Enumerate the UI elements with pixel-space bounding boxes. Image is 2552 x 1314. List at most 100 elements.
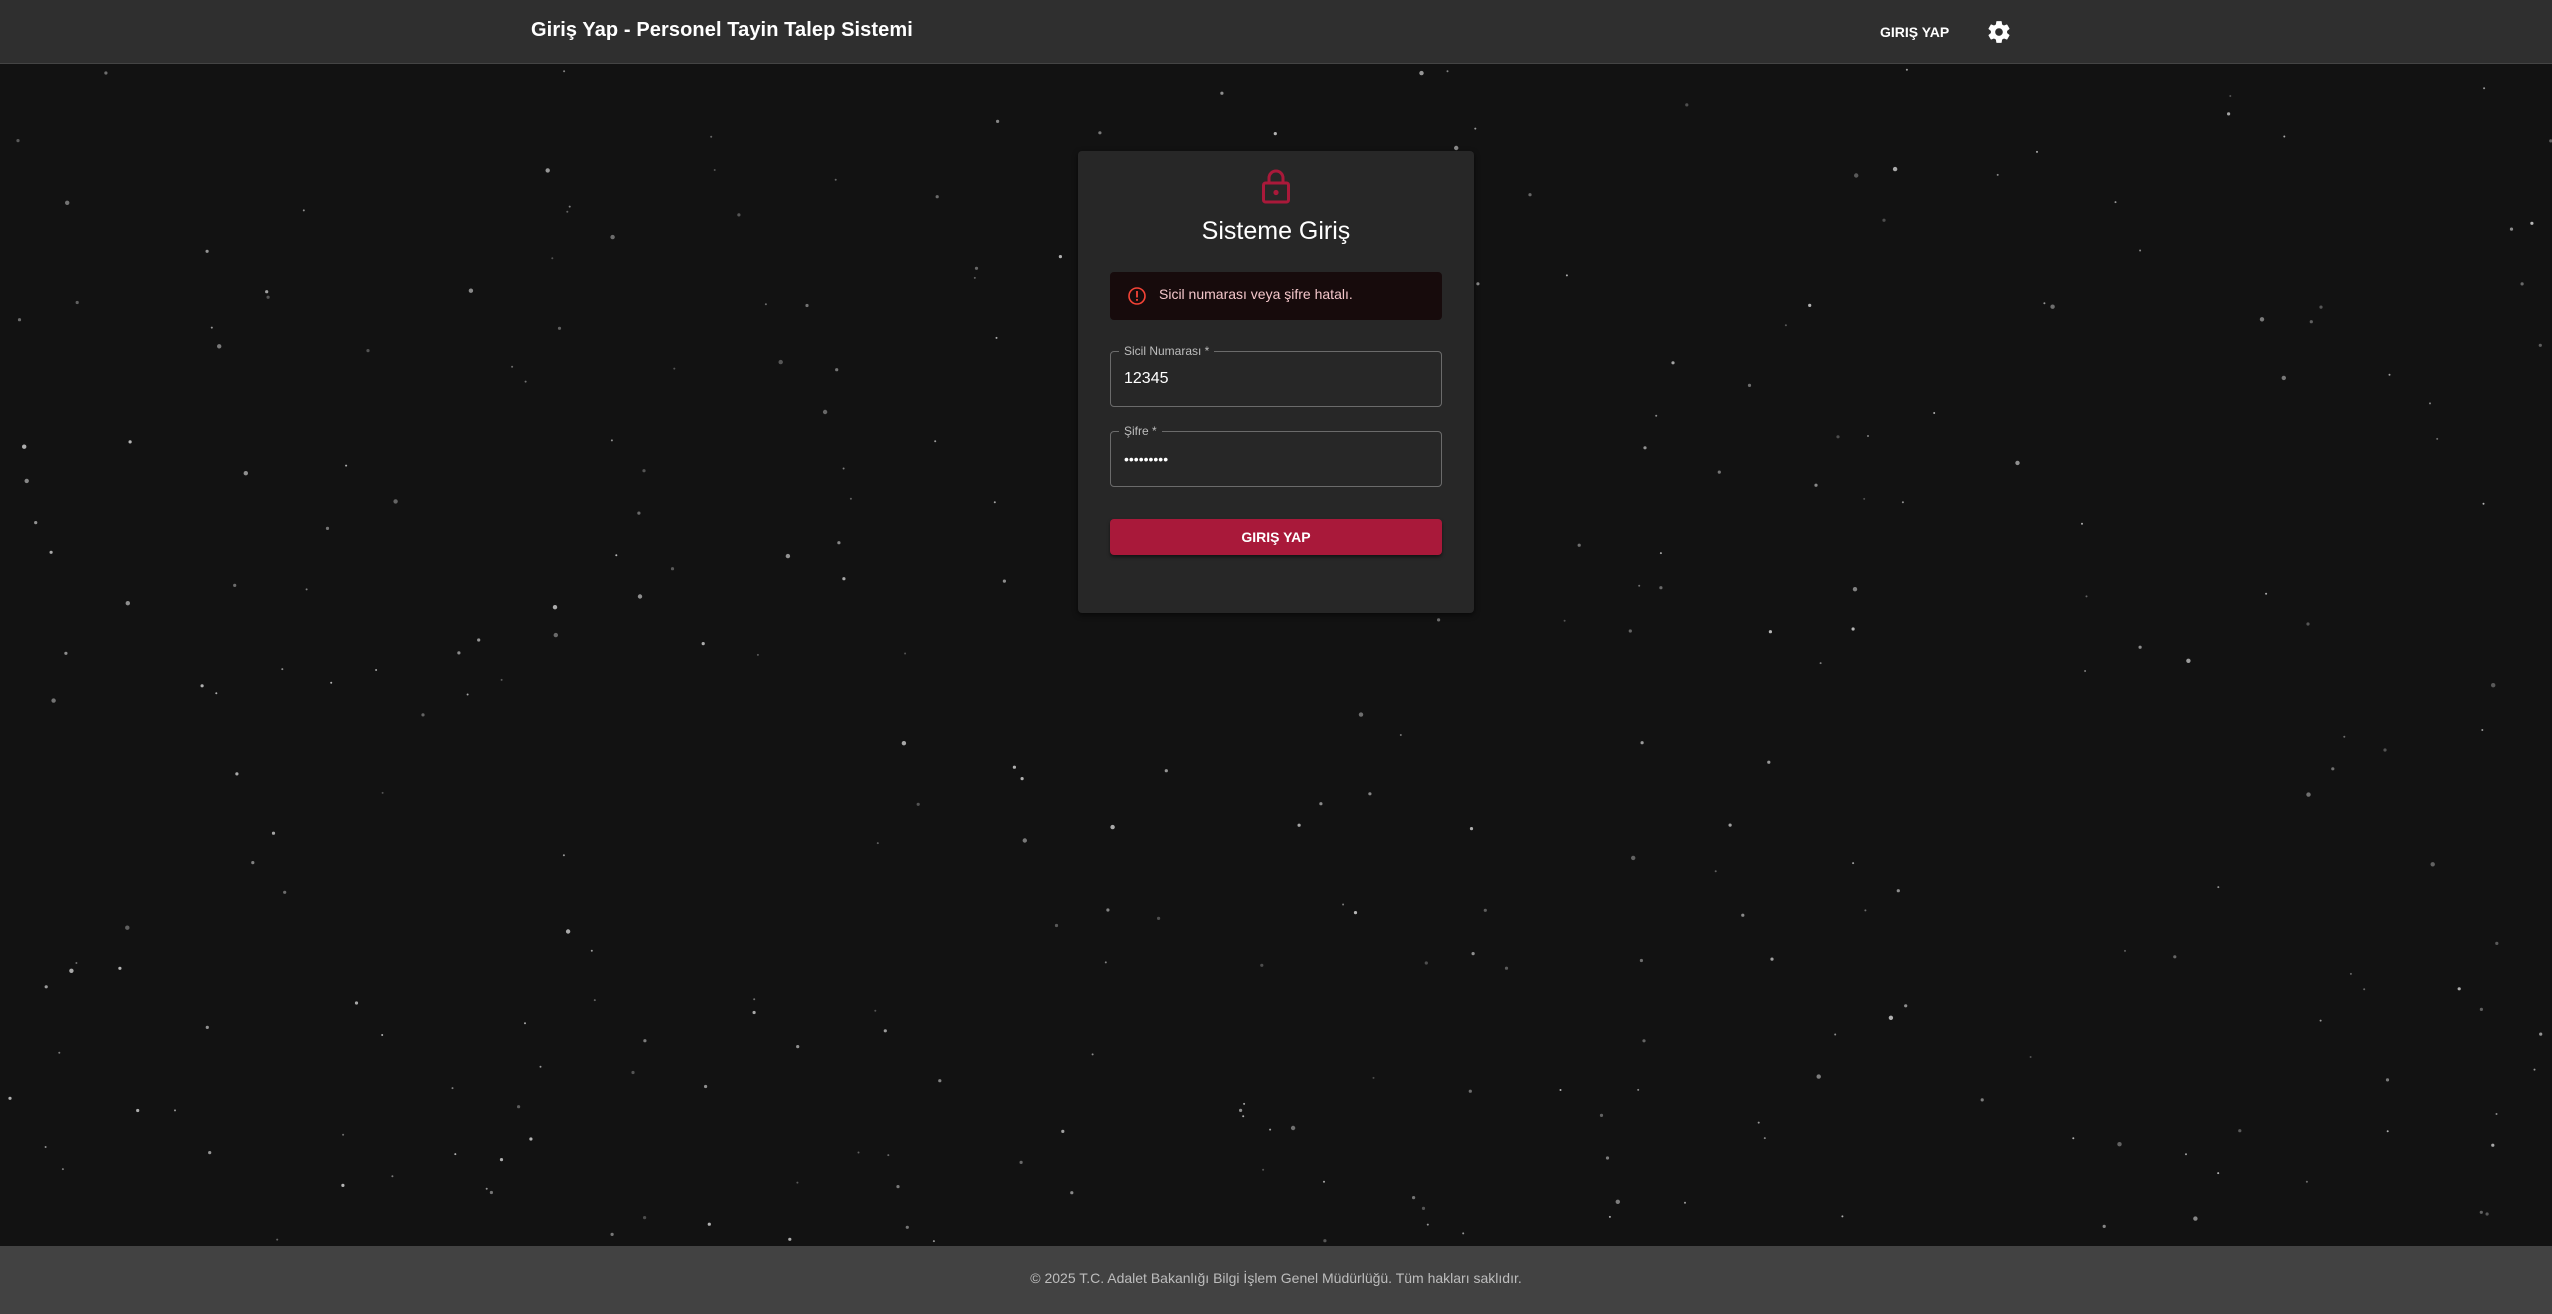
star — [1476, 282, 1480, 286]
star — [1639, 958, 1643, 963]
star — [1659, 586, 1663, 590]
star — [643, 1216, 647, 1220]
star — [128, 440, 132, 444]
star — [2186, 658, 2191, 663]
password-input[interactable] — [1124, 446, 1424, 472]
star — [2173, 955, 2177, 959]
star — [1834, 1033, 1837, 1036]
star — [1353, 911, 1358, 915]
star — [499, 1158, 504, 1162]
star — [2388, 373, 2391, 376]
star — [905, 1225, 909, 1229]
star — [2029, 1056, 2032, 1058]
star — [2429, 402, 2431, 405]
star — [281, 668, 284, 671]
error-message: Sicil numarası veya şifre hatalı. — [1159, 286, 1353, 302]
registry-number-field[interactable]: Sicil Numarası * — [1110, 343, 1442, 407]
star — [2259, 317, 2265, 322]
star — [1757, 1121, 1760, 1124]
star — [266, 295, 270, 299]
star — [2229, 95, 2232, 97]
star — [1642, 1039, 1646, 1043]
star — [2281, 375, 2286, 381]
star — [2309, 320, 2313, 324]
star — [2319, 305, 2323, 309]
star — [565, 929, 571, 934]
star — [1996, 173, 1999, 176]
star — [2036, 150, 2038, 153]
star — [974, 266, 979, 270]
star — [1243, 1102, 1246, 1105]
star — [1615, 1199, 1621, 1205]
star — [1104, 961, 1107, 964]
star — [276, 1238, 279, 1241]
star — [51, 698, 56, 703]
star — [2238, 1129, 2242, 1133]
star — [205, 249, 209, 253]
star — [1426, 1223, 1429, 1226]
star — [637, 511, 641, 515]
password-label: Şifre * — [1119, 423, 1162, 439]
star — [2343, 735, 2346, 738]
star — [837, 541, 841, 545]
star — [1841, 1215, 1844, 1218]
star — [485, 1187, 488, 1190]
star — [2520, 282, 2524, 286]
star — [2102, 1224, 2106, 1228]
star — [1019, 1160, 1023, 1164]
star — [2436, 437, 2439, 440]
star — [1399, 734, 1402, 736]
password-field[interactable]: Şifre * — [1110, 423, 1442, 487]
star — [524, 380, 527, 383]
star — [1605, 1156, 1610, 1160]
star — [354, 1001, 359, 1005]
star — [2481, 729, 2484, 731]
star — [104, 71, 108, 75]
star — [2363, 988, 2366, 991]
star — [1454, 145, 1459, 151]
star — [1852, 587, 1858, 592]
star — [1421, 1206, 1426, 1210]
login-submit-button[interactable]: GIRIŞ YAP — [1110, 519, 1442, 555]
settings-button[interactable] — [1986, 19, 2012, 45]
star — [208, 1151, 212, 1155]
star — [2084, 670, 2087, 672]
star — [1655, 414, 1658, 417]
star — [1020, 777, 1024, 781]
star — [1767, 760, 1771, 764]
star — [454, 1153, 457, 1156]
star — [876, 842, 879, 845]
star — [896, 1185, 900, 1189]
star — [1741, 913, 1745, 917]
star — [1808, 303, 1812, 307]
star — [2193, 1216, 2198, 1221]
star — [210, 326, 213, 329]
star — [2139, 249, 2142, 252]
star — [1980, 1098, 1984, 1102]
star — [938, 1079, 942, 1083]
star — [200, 684, 204, 688]
registry-number-input[interactable] — [1124, 366, 1424, 392]
star — [1446, 70, 1449, 73]
star — [366, 349, 370, 353]
star — [545, 168, 550, 173]
star — [1864, 909, 1867, 912]
star — [2085, 595, 2088, 598]
registry-number-label: Sicil Numarası * — [1119, 343, 1215, 359]
star — [701, 642, 705, 646]
star — [44, 1146, 47, 1148]
star — [1905, 68, 1908, 71]
star — [468, 288, 474, 293]
login-nav-button[interactable]: GIRIŞ YAP — [1872, 16, 1957, 48]
star — [2491, 1143, 2495, 1147]
star — [375, 669, 378, 671]
star — [1528, 193, 1532, 197]
star — [874, 1009, 877, 1012]
star — [615, 554, 618, 557]
star — [2306, 792, 2311, 797]
app-root: Giriş Yap - Personel Tayin Talep Sistemi… — [0, 0, 2552, 1314]
star — [2227, 112, 2231, 116]
star — [391, 1175, 394, 1178]
star — [1659, 552, 1662, 555]
star — [842, 577, 846, 581]
